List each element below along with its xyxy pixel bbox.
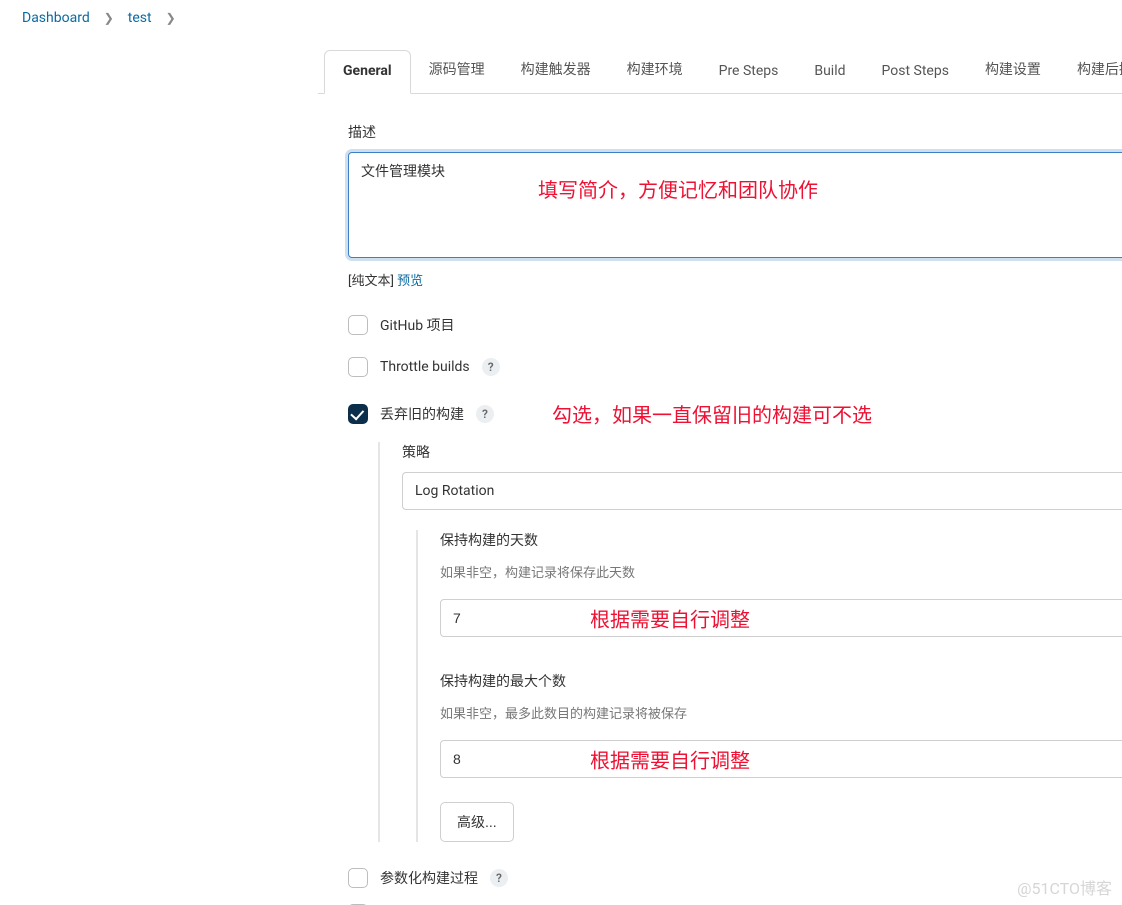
description-label: 描述 bbox=[348, 122, 1122, 142]
plain-text-label: [纯文本] bbox=[348, 274, 394, 289]
tab-triggers[interactable]: 构建触发器 bbox=[503, 47, 609, 93]
help-icon[interactable]: ? bbox=[490, 869, 508, 887]
help-icon[interactable]: ? bbox=[476, 405, 494, 423]
discard-old-builds-label: 丢弃旧的构建 bbox=[380, 404, 464, 424]
breadcrumb-item-dashboard[interactable]: Dashboard bbox=[22, 10, 90, 26]
tab-post-build[interactable]: 构建后操作 bbox=[1059, 47, 1122, 93]
tab-scm[interactable]: 源码管理 bbox=[411, 47, 503, 93]
annotation-discard-old: 勾选，如果一直保留旧的构建可不选 bbox=[552, 399, 872, 428]
tab-build-env[interactable]: 构建环境 bbox=[609, 47, 701, 93]
description-textarea[interactable] bbox=[348, 152, 1122, 258]
log-rotation-panel: 保持构建的天数 如果非空，构建记录将保存此天数 根据需要自行调整 保持构建的最大… bbox=[416, 530, 1122, 842]
left-gutter bbox=[0, 41, 318, 905]
github-project-label: GitHub 项目 bbox=[380, 315, 455, 335]
parameterized-build-checkbox[interactable] bbox=[348, 868, 368, 888]
days-to-keep-label: 保持构建的天数 bbox=[440, 530, 1122, 550]
max-builds-input[interactable] bbox=[440, 740, 1122, 778]
strategy-select[interactable]: Log Rotation bbox=[402, 472, 1122, 510]
throttle-builds-checkbox[interactable] bbox=[348, 357, 368, 377]
help-icon[interactable]: ? bbox=[482, 358, 500, 376]
throttle-builds-label: Throttle builds bbox=[380, 359, 470, 375]
breadcrumb: Dashboard ❯ test ❯ bbox=[0, 0, 1122, 41]
parameterized-build-label: 参数化构建过程 bbox=[380, 868, 478, 888]
chevron-right-icon: ❯ bbox=[166, 11, 176, 25]
max-builds-label: 保持构建的最大个数 bbox=[440, 671, 1122, 691]
days-to-keep-input[interactable] bbox=[440, 599, 1122, 637]
preview-link[interactable]: 预览 bbox=[397, 274, 423, 289]
discard-old-builds-checkbox[interactable] bbox=[348, 404, 368, 424]
discard-old-builds-panel: 策略 Log Rotation 保持构建的天数 如果非空，构建记录将保存此天数 … bbox=[378, 442, 1122, 842]
days-to-keep-hint: 如果非空，构建记录将保存此天数 bbox=[440, 562, 1122, 581]
chevron-right-icon: ❯ bbox=[104, 11, 114, 25]
tab-build-settings[interactable]: 构建设置 bbox=[967, 47, 1059, 93]
strategy-label: 策略 bbox=[402, 442, 1122, 462]
tab-pre-steps[interactable]: Pre Steps bbox=[701, 51, 797, 93]
tab-build[interactable]: Build bbox=[796, 51, 863, 93]
tab-general[interactable]: General bbox=[324, 50, 411, 94]
tab-post-steps[interactable]: Post Steps bbox=[864, 51, 967, 93]
breadcrumb-item-test[interactable]: test bbox=[128, 10, 152, 26]
advanced-button[interactable]: 高级... bbox=[440, 802, 514, 842]
max-builds-hint: 如果非空，最多此数目的构建记录将被保存 bbox=[440, 703, 1122, 722]
config-tabs: General 源码管理 构建触发器 构建环境 Pre Steps Build … bbox=[318, 47, 1122, 94]
github-project-checkbox[interactable] bbox=[348, 315, 368, 335]
